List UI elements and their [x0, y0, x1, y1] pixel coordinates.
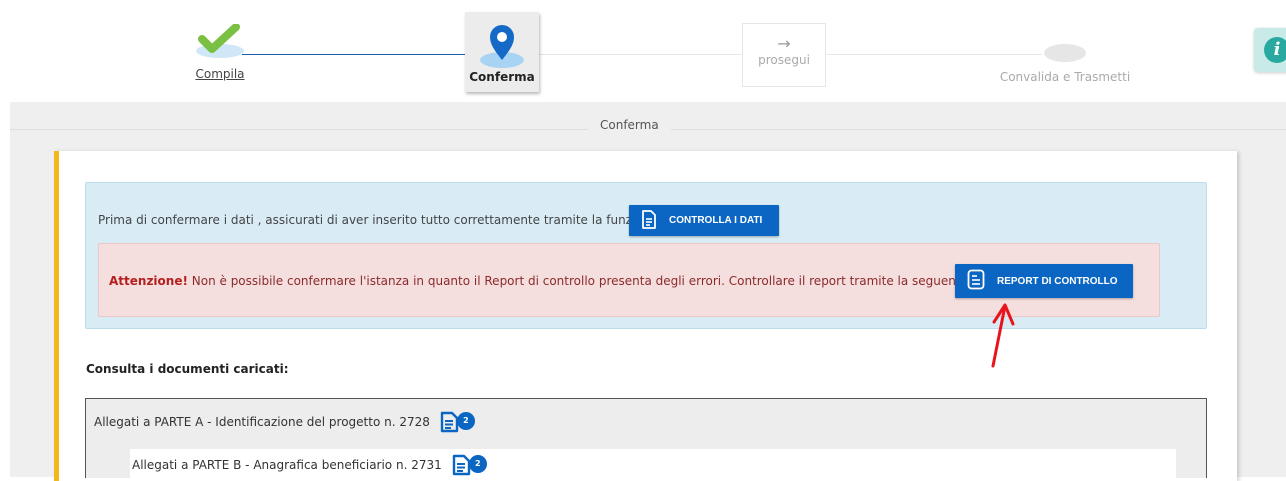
list-item: Allegati a PARTE A - Identificazione del…: [94, 411, 478, 433]
controlla-dati-button[interactable]: CONTROLLA I DATI: [629, 205, 779, 236]
step-connector-done: [242, 54, 470, 55]
step-connector: [538, 54, 743, 55]
step-label: Convalida e Trasmetti: [999, 70, 1131, 84]
pending-step-icon: [1044, 44, 1086, 62]
document-icon: [967, 269, 985, 293]
documents-count-button[interactable]: 2: [452, 454, 490, 476]
document-group-label: Allegati a PARTE B - Anagrafica benefici…: [132, 458, 442, 472]
alert-text: Attenzione! Non è possibile confermare l…: [109, 274, 1023, 288]
document-icon: [641, 209, 657, 232]
button-label: REPORT DI CONTROLLO: [997, 275, 1118, 287]
step-label: prosegui: [758, 53, 810, 67]
step-label: Conferma: [469, 70, 535, 84]
check-notice-text: Prima di confermare i dati , assicurati …: [98, 213, 658, 227]
documents-count-button[interactable]: 2: [440, 411, 478, 433]
step-convalida-trasmetti: Convalida e Trasmetti: [990, 44, 1140, 84]
alert-strong: Attenzione!: [109, 274, 188, 288]
count-badge: 2: [468, 455, 487, 473]
list-item: Allegati a PARTE B - Anagrafica benefici…: [132, 454, 490, 476]
document-group-label: Allegati a PARTE A - Identificazione del…: [94, 415, 430, 429]
check-icon: [192, 23, 248, 61]
step-conferma-active: Conferma: [465, 12, 539, 92]
documents-list: Allegati a PARTE A - Identificazione del…: [85, 398, 1207, 478]
location-pin-icon: [478, 20, 526, 70]
annotation-arrow-icon: [991, 303, 1015, 368]
section-title: Conferma: [588, 118, 671, 132]
report-controllo-button[interactable]: REPORT DI CONTROLLO: [955, 264, 1133, 298]
progress-stepper: Compila Conferma → prosegui Convalida e …: [0, 0, 1286, 100]
step-label[interactable]: Compila: [185, 67, 255, 81]
prosegui-button[interactable]: → prosegui: [742, 23, 826, 87]
documents-heading: Consulta i documenti caricati:: [86, 362, 289, 376]
arrow-right-icon: →: [777, 34, 791, 53]
button-label: CONTROLLA I DATI: [669, 215, 763, 226]
count-badge: 2: [456, 412, 475, 430]
alert-message: Non è possibile confermare l'istanza in …: [187, 274, 1024, 288]
check-notice-panel: Prima di confermare i dati , assicurati …: [85, 182, 1207, 329]
info-button[interactable]: i: [1254, 28, 1286, 72]
step-compila[interactable]: Compila: [185, 23, 255, 81]
info-icon: i: [1264, 37, 1286, 63]
